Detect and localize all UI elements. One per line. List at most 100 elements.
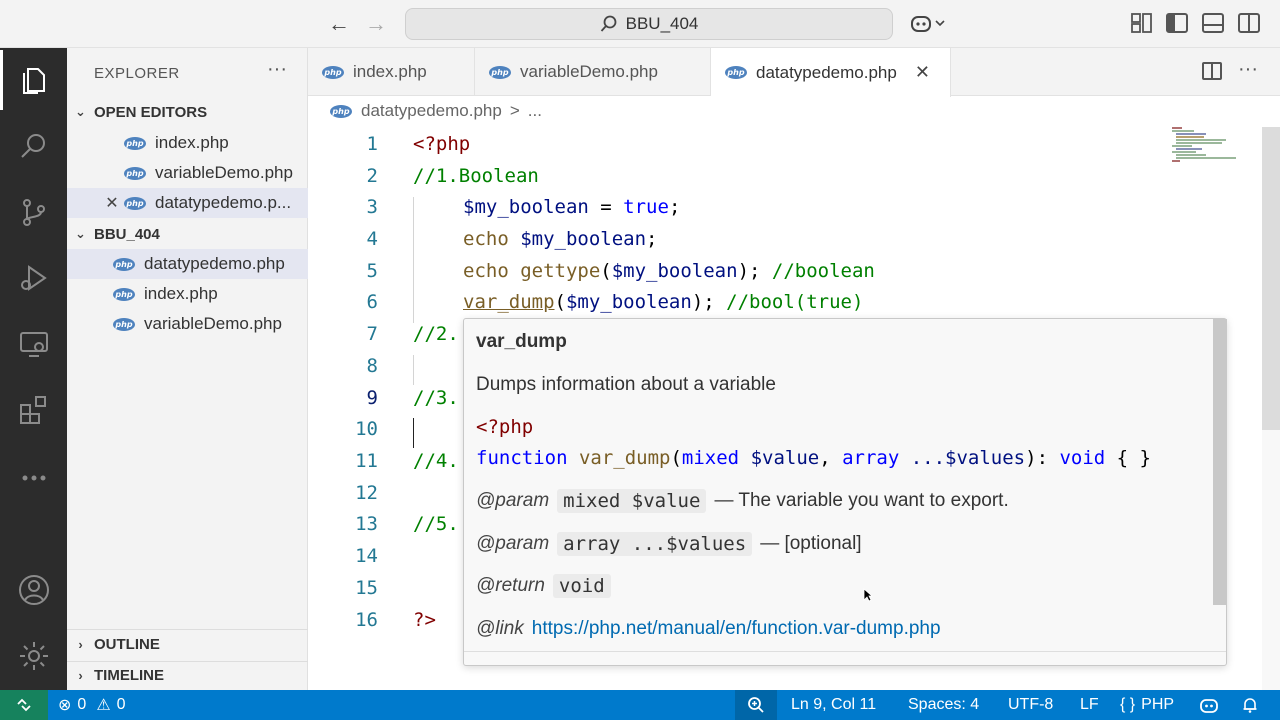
code-line: echo $my_boolean;	[463, 228, 658, 250]
forward-arrow-icon[interactable]: →	[362, 10, 390, 38]
more-actions-icon[interactable]: ···	[1238, 58, 1258, 81]
open-editor-item[interactable]: php index.php	[67, 128, 308, 158]
explorer-sidebar: EXPLORER ··· ⌄ OPEN EDITORS php index.ph…	[67, 48, 308, 690]
hover-documentation-widget: var_dump Dumps information about a varia…	[463, 318, 1227, 666]
source-control-icon[interactable]	[0, 182, 67, 242]
problems-status[interactable]: ⊗ 0 ⚠ 0	[58, 690, 126, 720]
indentation[interactable]: Spaces: 4	[908, 690, 979, 720]
folder-file-item[interactable]: php variableDemo.php	[67, 309, 308, 339]
toggle-secondary-sidebar-icon[interactable]	[1238, 13, 1260, 33]
activity-bar	[0, 48, 67, 690]
remote-explorer-icon[interactable]	[0, 314, 67, 374]
code-line: //1.Boolean	[413, 165, 539, 187]
line-number: 8	[366, 355, 378, 377]
code-line: //5.	[413, 513, 459, 535]
php-file-icon: php	[124, 196, 146, 210]
status-bar: ⊗ 0 ⚠ 0 Ln 9, Col 11 Spaces: 4 UTF-8 LF …	[0, 690, 1280, 720]
line-number: 2	[366, 165, 378, 187]
more-views-icon[interactable]	[0, 448, 67, 508]
hover-code-open-tag: <?php	[476, 416, 534, 438]
warning-icon: ⚠	[96, 697, 111, 714]
outline-header[interactable]: › OUTLINE	[67, 630, 308, 658]
timeline-label: TIMELINE	[94, 667, 164, 684]
line-number: 7	[366, 323, 378, 345]
hover-link-row: @link https://php.net/manual/en/function.…	[476, 618, 941, 640]
code-line: //3.	[413, 387, 459, 409]
folder-file-item[interactable]: php datatypedemo.php	[67, 249, 308, 279]
line-number: 11	[355, 450, 378, 472]
indent-guide	[413, 197, 414, 323]
open-editor-item[interactable]: php variableDemo.php	[67, 158, 308, 188]
cursor-position[interactable]: Ln 9, Col 11	[791, 690, 876, 720]
encoding[interactable]: UTF-8	[1008, 690, 1053, 720]
open-editors-header[interactable]: ⌄ OPEN EDITORS	[67, 98, 308, 126]
end-of-line[interactable]: LF	[1080, 690, 1099, 720]
remote-indicator-icon[interactable]	[0, 690, 48, 720]
manage-gear-icon[interactable]	[0, 626, 67, 686]
chevron-down-icon: ⌄	[75, 226, 86, 241]
line-number: 13	[355, 513, 378, 535]
copilot-status-icon[interactable]	[1199, 690, 1219, 720]
back-arrow-icon[interactable]: ←	[325, 10, 353, 38]
accounts-icon[interactable]	[0, 560, 67, 620]
hover-scrollbar[interactable]	[1213, 319, 1227, 605]
minimap[interactable]	[1172, 127, 1242, 171]
copilot-icon[interactable]	[910, 12, 946, 39]
breadcrumb-file[interactable]: datatypedemo.php	[361, 101, 502, 121]
toggle-panel-icon[interactable]	[1202, 13, 1224, 33]
folder-file-item[interactable]: php index.php	[67, 279, 308, 309]
divider	[464, 651, 1226, 652]
breadcrumb-symbol[interactable]: ...	[528, 101, 542, 121]
close-icon[interactable]: ✕	[915, 62, 930, 83]
explorer-icon[interactable]	[0, 50, 67, 110]
mouse-pointer-icon	[863, 588, 873, 602]
run-debug-icon[interactable]	[0, 248, 67, 308]
language-mode[interactable]: { } PHP	[1120, 690, 1174, 720]
folder-header[interactable]: ⌄ BBU_404	[67, 220, 308, 248]
warning-count: 0	[116, 696, 126, 713]
timeline-header[interactable]: › TIMELINE	[67, 661, 308, 689]
code-line: $my_boolean = true;	[463, 196, 681, 218]
line-number: 16	[355, 609, 378, 631]
php-file-icon: php	[322, 65, 344, 79]
close-icon[interactable]: ✕	[102, 193, 122, 213]
php-file-icon: php	[725, 66, 747, 79]
open-editor-name: variableDemo.php	[155, 163, 293, 182]
error-icon: ⊗	[58, 697, 72, 714]
php-file-icon: php	[124, 166, 146, 180]
search-icon[interactable]	[0, 116, 67, 176]
tab-label: datatypedemo.php	[756, 62, 897, 82]
code-line: <?php	[413, 133, 471, 155]
language-label: PHP	[1141, 696, 1175, 713]
open-editor-name: index.php	[155, 133, 229, 152]
notifications-bell-icon[interactable]	[1241, 690, 1259, 720]
split-editor-icon[interactable]	[1202, 62, 1222, 80]
hover-return: @return void	[476, 574, 619, 598]
explorer-more-icon[interactable]: ···	[267, 58, 287, 81]
zoom-icon[interactable]	[735, 690, 777, 720]
php-docs-link[interactable]: https://php.net/manual/en/function.var-d…	[532, 618, 941, 640]
explorer-title: EXPLORER	[94, 65, 180, 82]
tab-index-php[interactable]: php index.php	[308, 48, 475, 96]
code-line: ?>	[413, 609, 436, 631]
editor-scrollbar-thumb[interactable]	[1262, 127, 1280, 430]
folder-file-name: variableDemo.php	[144, 314, 282, 333]
line-number: 3	[366, 196, 378, 218]
command-center-search[interactable]: BBU_404	[405, 8, 893, 40]
line-number: 10	[355, 418, 378, 440]
hover-signature: function var_dump(mixed $value, array ..…	[476, 447, 1151, 469]
customize-layout-icon[interactable]	[1131, 13, 1153, 33]
breadcrumb-separator: >	[509, 101, 520, 120]
tab-datatypedemo-php[interactable]: php datatypedemo.php ✕	[711, 48, 951, 97]
text-cursor	[413, 418, 414, 448]
tab-variabledemo-php[interactable]: php variableDemo.php	[475, 48, 711, 96]
title-bar: ← → BBU_404	[0, 0, 1280, 48]
folder-file-name: index.php	[144, 284, 218, 303]
hover-param-values: @param array ...$values — [optional]	[476, 532, 862, 556]
php-file-icon: php	[113, 257, 135, 271]
extensions-icon[interactable]	[0, 380, 67, 440]
open-editor-item[interactable]: ✕ php datatypedemo.p...	[67, 188, 308, 218]
toggle-primary-sidebar-icon[interactable]	[1166, 13, 1188, 33]
code-line: //2.	[413, 323, 459, 345]
code-line: echo gettype($my_boolean); //boolean	[463, 260, 875, 282]
